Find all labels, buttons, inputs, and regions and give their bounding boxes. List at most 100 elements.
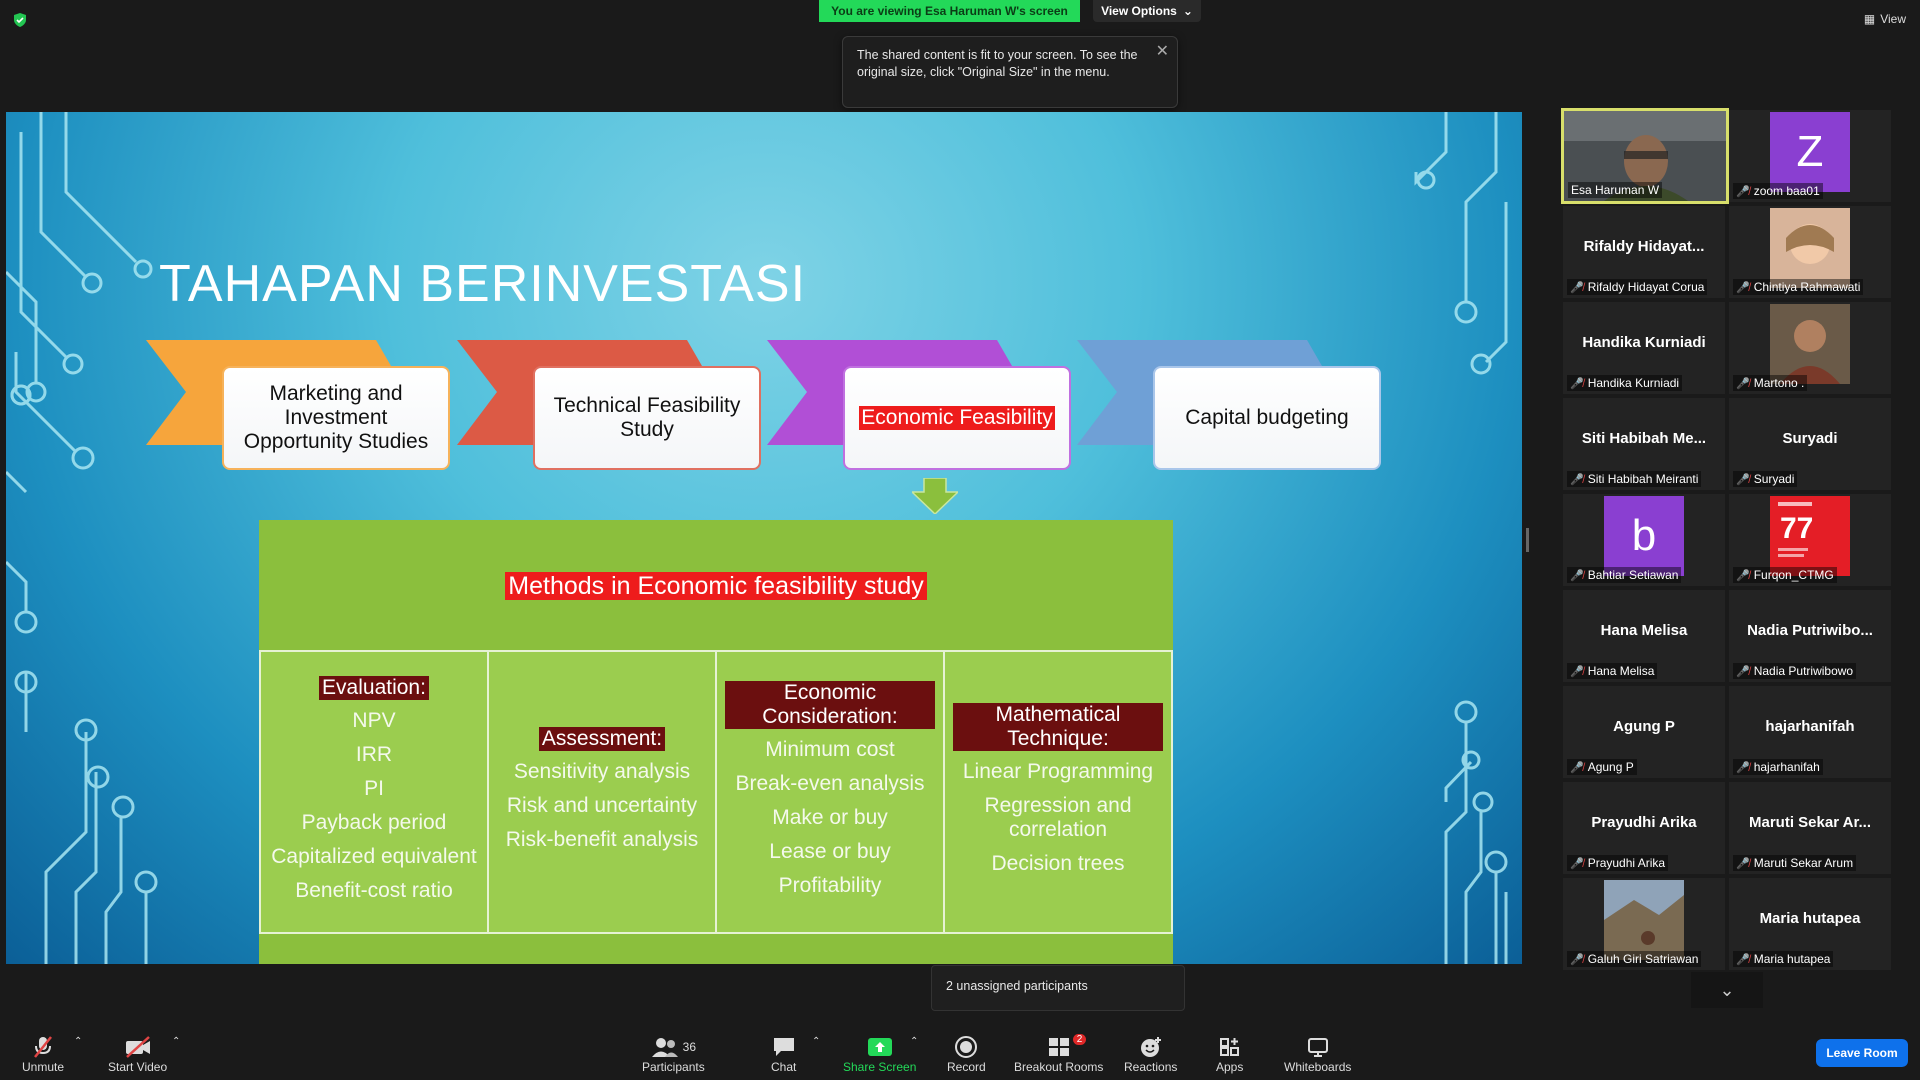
chevron-down-icon: ⌄ (1182, 4, 1193, 18)
gallery-next-page-button[interactable]: ⌄ (1691, 972, 1763, 1008)
record-label: Record (947, 1060, 986, 1074)
participant-name: Hana Melisa (1587, 664, 1655, 678)
column-item: Benefit-cost ratio (295, 879, 453, 902)
share-screen-button[interactable]: Share Screen (843, 1034, 916, 1074)
avatar: b (1604, 496, 1684, 576)
column-heading: Assessment: (538, 727, 666, 751)
mic-muted-icon: 🎤̸ (1570, 665, 1584, 678)
participant-tile[interactable]: 77 🎤̸ Furqon_CTMG (1729, 494, 1891, 586)
audio-options-caret[interactable]: ⌃ (74, 1036, 82, 1047)
unmute-button[interactable]: Unmute (22, 1034, 64, 1074)
participant-tile[interactable]: 🎤̸ Galuh Giri Satriawan (1563, 878, 1725, 970)
participant-tile[interactable]: Maruti Sekar Ar... 🎤̸ Maruti Sekar Arum (1729, 782, 1891, 874)
mic-muted-icon: 🎤̸ (1570, 281, 1584, 294)
column-economic-consideration: Economic Consideration: Minimum cost Bre… (715, 652, 943, 932)
participant-label: 🎤̸ Chintiya Rahmawati (1733, 279, 1864, 295)
chat-bubble-icon (772, 1034, 796, 1060)
methods-title-text: Methods in Economic feasibility study (505, 572, 927, 600)
share-options-caret[interactable]: ⌃ (910, 1036, 918, 1047)
panel-resize-handle[interactable] (1526, 528, 1529, 552)
participant-name: Maruti Sekar Arum (1753, 856, 1854, 870)
step-label-marketing: Marketing and Investment Opportunity Stu… (243, 382, 429, 453)
participant-tile[interactable]: Maria hutapea 🎤̸ Maria hutapea (1729, 878, 1891, 970)
participant-tile[interactable]: 🎤̸ Chintiya Rahmawati (1729, 206, 1891, 298)
participant-tile[interactable]: hajarhanifah 🎤̸ hajarhanifah (1729, 686, 1891, 778)
participant-display-name: Hana Melisa (1600, 622, 1688, 639)
start-video-label: Start Video (108, 1060, 168, 1074)
participant-tile-active-speaker[interactable]: Esa Haruman W (1561, 108, 1729, 204)
participant-tile[interactable]: Rifaldy Hidayat... 🎤̸ Rifaldy Hidayat Cor… (1563, 206, 1725, 298)
column-heading: Mathematical Technique: (953, 703, 1163, 751)
participant-tile[interactable]: Hana Melisa 🎤̸ Hana Melisa (1563, 590, 1725, 682)
mic-muted-icon: 🎤̸ (1570, 473, 1584, 486)
avatar-initial: Z (1796, 127, 1824, 176)
chat-options-caret[interactable]: ⌃ (812, 1036, 820, 1047)
participant-tile[interactable]: Prayudhi Arika 🎤̸ Prayudhi Arika (1563, 782, 1725, 874)
participant-display-name: Suryadi (1782, 430, 1838, 447)
mic-muted-icon: 🎤̸ (1736, 569, 1750, 582)
mic-muted-icon: 🎤̸ (1736, 761, 1750, 774)
video-options-caret[interactable]: ⌃ (172, 1036, 180, 1047)
participant-tile[interactable]: Siti Habibah Me... 🎤̸ Siti Habibah Meiran… (1563, 398, 1725, 490)
participant-display-name: Prayudhi Arika (1591, 814, 1697, 831)
mic-muted-icon: 🎤̸ (1570, 761, 1584, 774)
participant-tile[interactable]: Suryadi 🎤̸ Suryadi (1729, 398, 1891, 490)
whiteboards-button[interactable]: Whiteboards (1284, 1034, 1351, 1074)
participant-tile[interactable]: Handika Kurniadi 🎤̸ Handika Kurniadi (1563, 302, 1725, 394)
start-video-button[interactable]: Start Video (108, 1034, 167, 1074)
column-item: NPV (352, 709, 396, 732)
column-item: Risk-benefit analysis (505, 828, 699, 851)
participant-label: Esa Haruman W (1568, 182, 1663, 198)
participant-display-name: Agung P (1613, 718, 1675, 735)
participant-name: zoom baa01 (1753, 184, 1820, 198)
methods-panel: Methods in Economic feasibility study Ev… (259, 520, 1173, 964)
step-box-economic: Economic Feasibility (843, 366, 1071, 470)
security-shield-icon[interactable] (12, 12, 28, 28)
participant-name: Siti Habibah Meiranti (1587, 472, 1699, 486)
reactions-label: Reactions (1124, 1060, 1178, 1074)
avatar-initial: b (1631, 511, 1657, 560)
step-label-economic: Economic Feasibility (859, 406, 1055, 430)
view-options-button[interactable]: View Options ⌄ (1093, 0, 1201, 22)
participant-tile[interactable]: Z 🎤̸ zoom baa01 (1729, 110, 1891, 202)
unassigned-text: 2 unassigned participants (946, 979, 1088, 993)
participant-label: 🎤̸ Furqon_CTMG (1733, 567, 1837, 583)
participant-label: 🎤̸ Handika Kurniadi (1567, 375, 1683, 391)
apps-button[interactable]: Apps (1216, 1034, 1243, 1074)
participant-tile[interactable]: Agung P 🎤̸ Agung P (1563, 686, 1725, 778)
participant-tile[interactable]: 🎤̸ Martono . (1729, 302, 1891, 394)
participant-display-name: Rifaldy Hidayat... (1583, 238, 1705, 255)
down-arrow-icon (912, 478, 958, 514)
participants-icon: 36 (651, 1034, 696, 1060)
participants-button[interactable]: 36 Participants (642, 1034, 705, 1074)
participant-label: 🎤̸ Hana Melisa (1567, 663, 1658, 679)
breakout-rooms-icon: 2 (1047, 1034, 1087, 1060)
breakout-rooms-button[interactable]: 2 Breakout Rooms (1014, 1034, 1103, 1074)
leave-room-button[interactable]: Leave Room (1816, 1039, 1908, 1067)
apps-icon (1218, 1034, 1242, 1060)
participant-display-name: Handika Kurniadi (1582, 334, 1706, 351)
participant-label: 🎤̸ Maria hutapea (1733, 951, 1834, 967)
close-icon[interactable]: ✕ (1156, 43, 1169, 60)
column-heading: Economic Consideration: (725, 681, 935, 729)
participant-tile[interactable]: b 🎤̸ Bahtiar Setiawan (1563, 494, 1725, 586)
record-button[interactable]: Record (947, 1034, 986, 1074)
column-item: Decision trees (991, 852, 1125, 875)
participant-gallery: Esa Haruman W Z 🎤̸ zoom baa01 Rifaldy Hid… (1561, 108, 1891, 972)
mic-muted-icon: 🎤̸ (1736, 377, 1750, 390)
participant-tile[interactable]: Nadia Putriwibo... 🎤̸ Nadia Putriwibowo (1729, 590, 1891, 682)
participant-label: 🎤̸ Prayudhi Arika (1567, 855, 1669, 871)
participant-label: 🎤̸ Suryadi (1733, 471, 1798, 487)
chat-button[interactable]: Chat (771, 1034, 796, 1074)
reactions-button[interactable]: Reactions (1124, 1034, 1177, 1074)
avatar: Z (1770, 112, 1850, 192)
whiteboard-icon (1306, 1034, 1330, 1060)
view-layout-button[interactable]: ▦ View (1864, 12, 1906, 26)
participant-name: Galuh Giri Satriawan (1587, 952, 1699, 966)
column-item: IRR (355, 743, 393, 766)
participant-count: 36 (682, 1040, 697, 1054)
participant-name: Agung P (1587, 760, 1634, 774)
mic-muted-icon: 🎤̸ (1570, 569, 1584, 582)
chat-label: Chat (771, 1060, 797, 1074)
participant-label: 🎤̸ zoom baa01 (1733, 183, 1823, 199)
